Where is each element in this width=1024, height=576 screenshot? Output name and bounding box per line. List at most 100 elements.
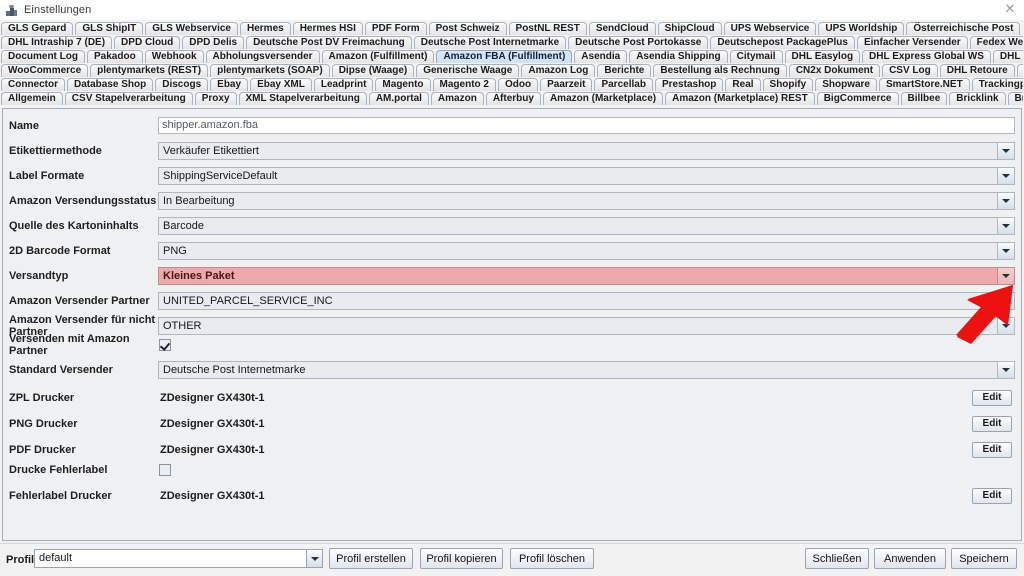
chevron-down-icon[interactable] — [997, 166, 1015, 185]
tab-proxy[interactable]: Proxy — [194, 92, 237, 105]
tab-csv-log[interactable]: CSV Log — [882, 64, 938, 77]
tab-ups-webservice[interactable]: UPS Webservice — [723, 22, 817, 35]
chevron-down-icon[interactable] — [997, 241, 1015, 260]
tab-shipcloud[interactable]: ShipCloud — [657, 22, 722, 35]
select-quelle-des-kartoninhalts[interactable]: Barcode — [158, 216, 1015, 235]
tab-prestashop[interactable]: Prestashop — [654, 78, 724, 91]
tab-xml-stapelverarbeitung[interactable]: XML Stapelverarbeitung — [238, 92, 367, 105]
tab-deutsche-post-dv-freimachung[interactable]: Deutsche Post DV Freimachung — [246, 36, 412, 49]
tab-connector[interactable]: Connector — [1, 78, 65, 91]
tab-postnl-rest[interactable]: PostNL REST — [508, 22, 587, 35]
tab-generische-waage[interactable]: Generische Waage — [416, 64, 520, 77]
chevron-down-icon[interactable] — [997, 291, 1015, 310]
tab-dhl-easylog[interactable]: DHL Easylog — [784, 50, 861, 63]
tab-amazon[interactable]: Amazon — [430, 92, 484, 105]
tab-brickowl[interactable]: Brickowl — [1007, 92, 1023, 105]
select-versandtyp[interactable]: Kleines Paket — [158, 266, 1015, 285]
chevron-down-icon[interactable] — [997, 191, 1015, 210]
tab-am-portal[interactable]: AM.portal — [368, 92, 429, 105]
chevron-down-icon[interactable] — [997, 216, 1015, 235]
tab-pakadoo[interactable]: Pakadoo — [87, 50, 143, 63]
tab-hermes-hsi[interactable]: Hermes HSI — [292, 22, 363, 35]
chevron-down-icon[interactable] — [997, 141, 1015, 160]
tab-allgemein[interactable]: Allgemein — [1, 92, 63, 105]
tab-document-downloader[interactable]: Document Downloader — [1016, 64, 1023, 77]
tab-woocommerce[interactable]: WooCommerce — [1, 64, 89, 77]
tab-sendcloud[interactable]: SendCloud — [588, 22, 656, 35]
chevron-down-icon[interactable] — [997, 360, 1015, 379]
tab-trackingportal[interactable]: Trackingportal — [971, 78, 1023, 91]
tab-cn2x-dokument[interactable]: CN2x Dokument — [788, 64, 881, 77]
tab-deutsche-post-portokasse[interactable]: Deutsche Post Portokasse — [568, 36, 709, 49]
tab-amazon-fulfillment[interactable]: Amazon (Fulfillment) — [321, 50, 435, 63]
tab-dpd-delis[interactable]: DPD Delis — [182, 36, 245, 49]
tab-ebay[interactable]: Ebay — [210, 78, 249, 91]
tab-abholungsversender[interactable]: Abholungsversender — [205, 50, 320, 63]
tab-bricklink[interactable]: Bricklink — [949, 92, 1006, 105]
button-profil-l-schen[interactable]: Profil löschen — [510, 548, 594, 569]
tab-ups-worldship[interactable]: UPS Worldship — [818, 22, 905, 35]
tab-paarzeit[interactable]: Paarzeit — [540, 78, 593, 91]
tab-dhl-express-global-ws[interactable]: DHL Express Global WS — [862, 50, 991, 63]
input-name[interactable]: shipper.amazon.fba — [158, 117, 1015, 134]
tab-billbee[interactable]: Billbee — [900, 92, 948, 105]
tab-dhl-intraship-7-de[interactable]: DHL Intraship 7 (DE) — [1, 36, 113, 49]
close-icon[interactable]: ✕ — [1002, 2, 1018, 18]
tab-ebay-xml[interactable]: Ebay XML — [250, 78, 312, 91]
tab-dhl-gesch-ftskundenversand[interactable]: DHL Geschäftskundenversand — [992, 50, 1023, 63]
profil-select[interactable]: default — [34, 549, 323, 568]
tab-gls-shipit[interactable]: GLS ShipIT — [75, 22, 144, 35]
tab-gls-webservice[interactable]: GLS Webservice — [145, 22, 238, 35]
tab-sterreichische-post[interactable]: Österreichische Post — [906, 22, 1021, 35]
select-standard-versender[interactable]: Deutsche Post Internetmarke — [158, 360, 1015, 379]
button-speichern[interactable]: Speichern — [951, 548, 1017, 569]
tab-document-log[interactable]: Document Log — [1, 50, 85, 63]
tab-bigcommerce[interactable]: BigCommerce — [816, 92, 899, 105]
tab-fedex-webservice[interactable]: Fedex Webservice — [969, 36, 1023, 49]
tab-shopify[interactable]: Shopify — [762, 78, 814, 91]
tab-hermes[interactable]: Hermes — [240, 22, 291, 35]
chevron-down-icon[interactable] — [997, 266, 1015, 285]
tab-pdf-form[interactable]: PDF Form — [364, 22, 427, 35]
tab-deutschepost-packageplus[interactable]: Deutschepost PackagePlus — [710, 36, 855, 49]
checkbox-drucke-fehlerlabel[interactable] — [159, 463, 171, 476]
tab-discogs[interactable]: Discogs — [155, 78, 209, 91]
tab-einfacher-versender[interactable]: Einfacher Versender — [856, 36, 968, 49]
select-2d-barcode-format[interactable]: PNG — [158, 241, 1015, 260]
tab-magento-2[interactable]: Magento 2 — [432, 78, 496, 91]
tab-shopware[interactable]: Shopware — [815, 78, 877, 91]
checkbox-versenden-mit-amazon-partner[interactable] — [159, 338, 171, 351]
tab-amazon-fba-fulfillment[interactable]: Amazon FBA (Fulfillment) — [436, 50, 573, 63]
tab-berichte[interactable]: Berichte — [597, 64, 652, 77]
tab-database-shop[interactable]: Database Shop — [67, 78, 154, 91]
tab-odoo[interactable]: Odoo — [497, 78, 539, 91]
select-etikettiermethode[interactable]: Verkäufer Etikettiert — [158, 141, 1015, 160]
tab-dipse-waage[interactable]: Dipse (Waage) — [331, 64, 415, 77]
tab-parcellab[interactable]: Parcellab — [594, 78, 653, 91]
tab-citymail[interactable]: Citymail — [729, 50, 783, 63]
select-amazon-versendungsstatus[interactable]: In Bearbeitung — [158, 191, 1015, 210]
tab-amazon-marketplace[interactable]: Amazon (Marketplace) — [542, 92, 664, 105]
button-anwenden[interactable]: Anwenden — [874, 548, 946, 569]
tab-deutsche-post-internetmarke[interactable]: Deutsche Post Internetmarke — [413, 36, 567, 49]
tab-plentymarkets-rest[interactable]: plentymarkets (REST) — [90, 64, 209, 77]
tab-amazon-marketplace-rest[interactable]: Amazon (Marketplace) REST — [665, 92, 815, 105]
button-schlie-en[interactable]: Schließen — [805, 548, 869, 569]
tab-dhl-retoure[interactable]: DHL Retoure — [939, 64, 1015, 77]
tab-post-schweiz[interactable]: Post Schweiz — [428, 22, 507, 35]
tab-plentymarkets-soap[interactable]: plentymarkets (SOAP) — [210, 64, 330, 77]
tab-gls-gepard[interactable]: GLS Gepard — [1, 22, 74, 35]
tab-amazon-log[interactable]: Amazon Log — [521, 64, 596, 77]
tab-dpd-cloud[interactable]: DPD Cloud — [114, 36, 181, 49]
tab-webhook[interactable]: Webhook — [144, 50, 204, 63]
select-amazon-versender-partner[interactable]: UNITED_PARCEL_SERVICE_INC — [158, 291, 1015, 310]
button-profil-erstellen[interactable]: Profil erstellen — [329, 548, 413, 569]
button-profil-kopieren[interactable]: Profil kopieren — [420, 548, 503, 569]
tab-asendia-shipping[interactable]: Asendia Shipping — [629, 50, 728, 63]
tab-asendia[interactable]: Asendia — [574, 50, 628, 63]
tab-smartstore-net[interactable]: SmartStore.NET — [879, 78, 970, 91]
select-label-formate[interactable]: ShippingServiceDefault — [158, 166, 1015, 185]
tab-csv-stapelverarbeitung[interactable]: CSV Stapelverarbeitung — [64, 92, 193, 105]
tab-real[interactable]: Real — [725, 78, 761, 91]
tab-afterbuy[interactable]: Afterbuy — [485, 92, 541, 105]
